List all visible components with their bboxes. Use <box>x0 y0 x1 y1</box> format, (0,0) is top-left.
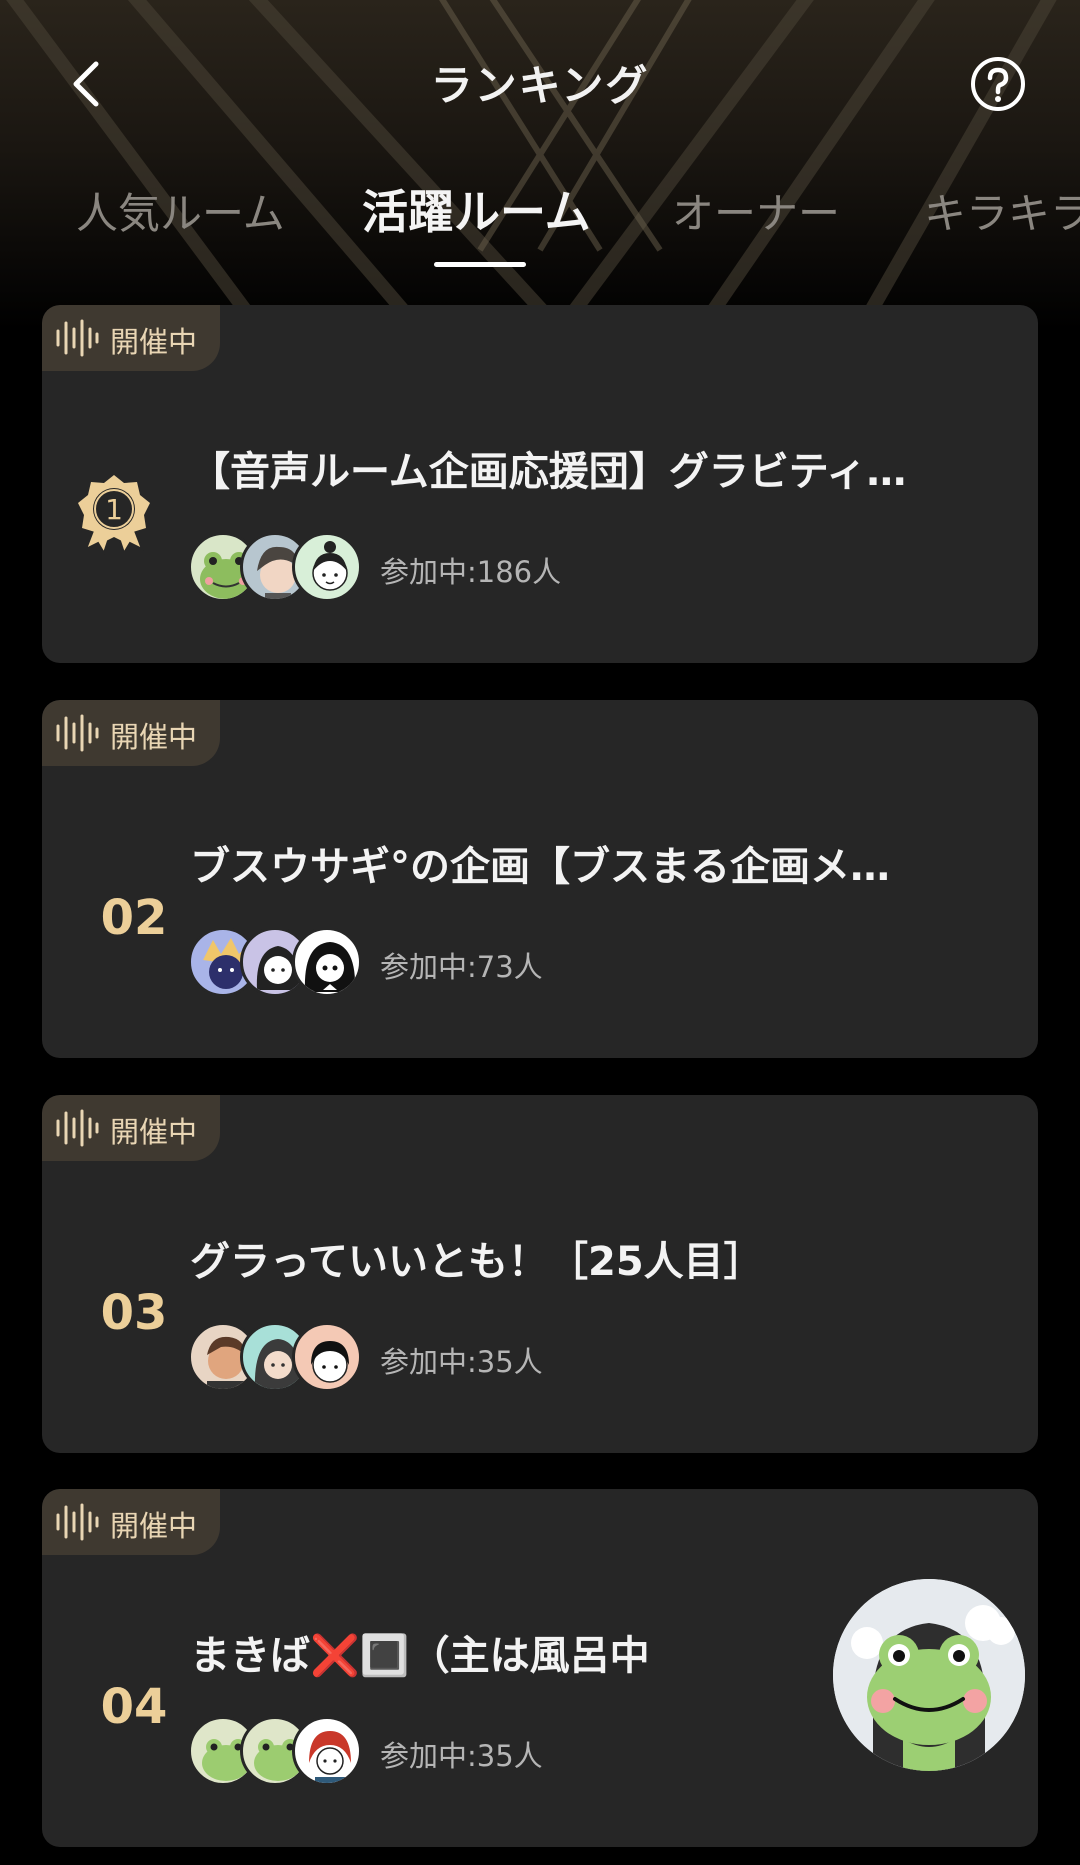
live-status: 開催中 <box>110 1509 198 1543</box>
participant-avatars <box>188 532 378 604</box>
room-card[interactable]: 開催中 02 ブスウサギ°の企画【ブスまる企画メ… 参加中:73人 <box>42 700 1038 1058</box>
tab-owners[interactable]: オーナー <box>672 180 840 241</box>
active-tab-indicator <box>434 262 526 267</box>
participant-avatars <box>188 1716 378 1788</box>
question-circle-icon <box>971 57 1025 111</box>
live-status: 開催中 <box>110 325 198 359</box>
participant-avatars <box>188 1322 378 1394</box>
top-bar: ランキング <box>0 0 1080 160</box>
room-title: まきば❌🔳（主は風呂中 <box>190 1633 650 1679</box>
participant-avatars <box>188 927 378 999</box>
help-button[interactable] <box>970 56 1026 112</box>
room-card[interactable]: 開催中 03 グラっていいとも！［25人目］ 参加中:35人 <box>42 1095 1038 1453</box>
room-card[interactable]: 開催中 04 まきば❌🔳（主は風呂中 参加中:35人 <box>42 1489 1038 1847</box>
live-status: 開催中 <box>110 720 198 754</box>
tab-active-rooms[interactable]: 活躍ルーム <box>362 176 591 242</box>
page-title: ランキング <box>430 61 650 110</box>
soundwave-icon <box>56 1109 99 1147</box>
live-status: 開催中 <box>110 1115 198 1149</box>
participant-count: 参加中:35人 <box>380 1739 543 1773</box>
room-title: ブスウサギ°の企画【ブスまる企画メ… <box>190 844 890 890</box>
ranking-tabs: 人気ルーム 活躍ルーム オーナー キラキラ <box>0 170 1080 270</box>
participant-count: 参加中:186人 <box>380 555 562 589</box>
host-avatar[interactable] <box>833 1579 1025 1771</box>
room-title: グラっていいとも！［25人目］ <box>190 1239 764 1285</box>
rank-medal-icon: 1 <box>74 471 154 556</box>
participant-count: 参加中:35人 <box>380 1345 543 1379</box>
avatar <box>292 1322 362 1392</box>
participant-count: 参加中:73人 <box>380 950 543 984</box>
avatar <box>292 927 362 997</box>
room-title: 【音声ルーム企画応援団】グラビティ… <box>190 449 907 495</box>
avatar <box>292 532 362 602</box>
rank-number: 02 <box>100 890 168 946</box>
room-card[interactable]: 開催中 1 【音声ルーム企画応援団】グラビティ… 参加中:186人 <box>42 305 1038 663</box>
soundwave-icon <box>56 1503 99 1541</box>
avatar <box>292 1716 362 1786</box>
tab-popular-rooms[interactable]: 人気ルーム <box>76 180 285 241</box>
live-badge: 開催中 <box>42 1095 220 1161</box>
tab-kirakira[interactable]: キラキラ <box>924 180 1080 241</box>
live-badge: 開催中 <box>42 700 220 766</box>
live-badge: 開催中 <box>42 1489 220 1555</box>
soundwave-icon <box>56 714 99 752</box>
svg-text:1: 1 <box>105 493 123 526</box>
soundwave-icon <box>56 319 99 357</box>
rank-number: 04 <box>100 1679 168 1735</box>
live-badge: 開催中 <box>42 305 220 371</box>
rank-number: 03 <box>100 1285 168 1341</box>
